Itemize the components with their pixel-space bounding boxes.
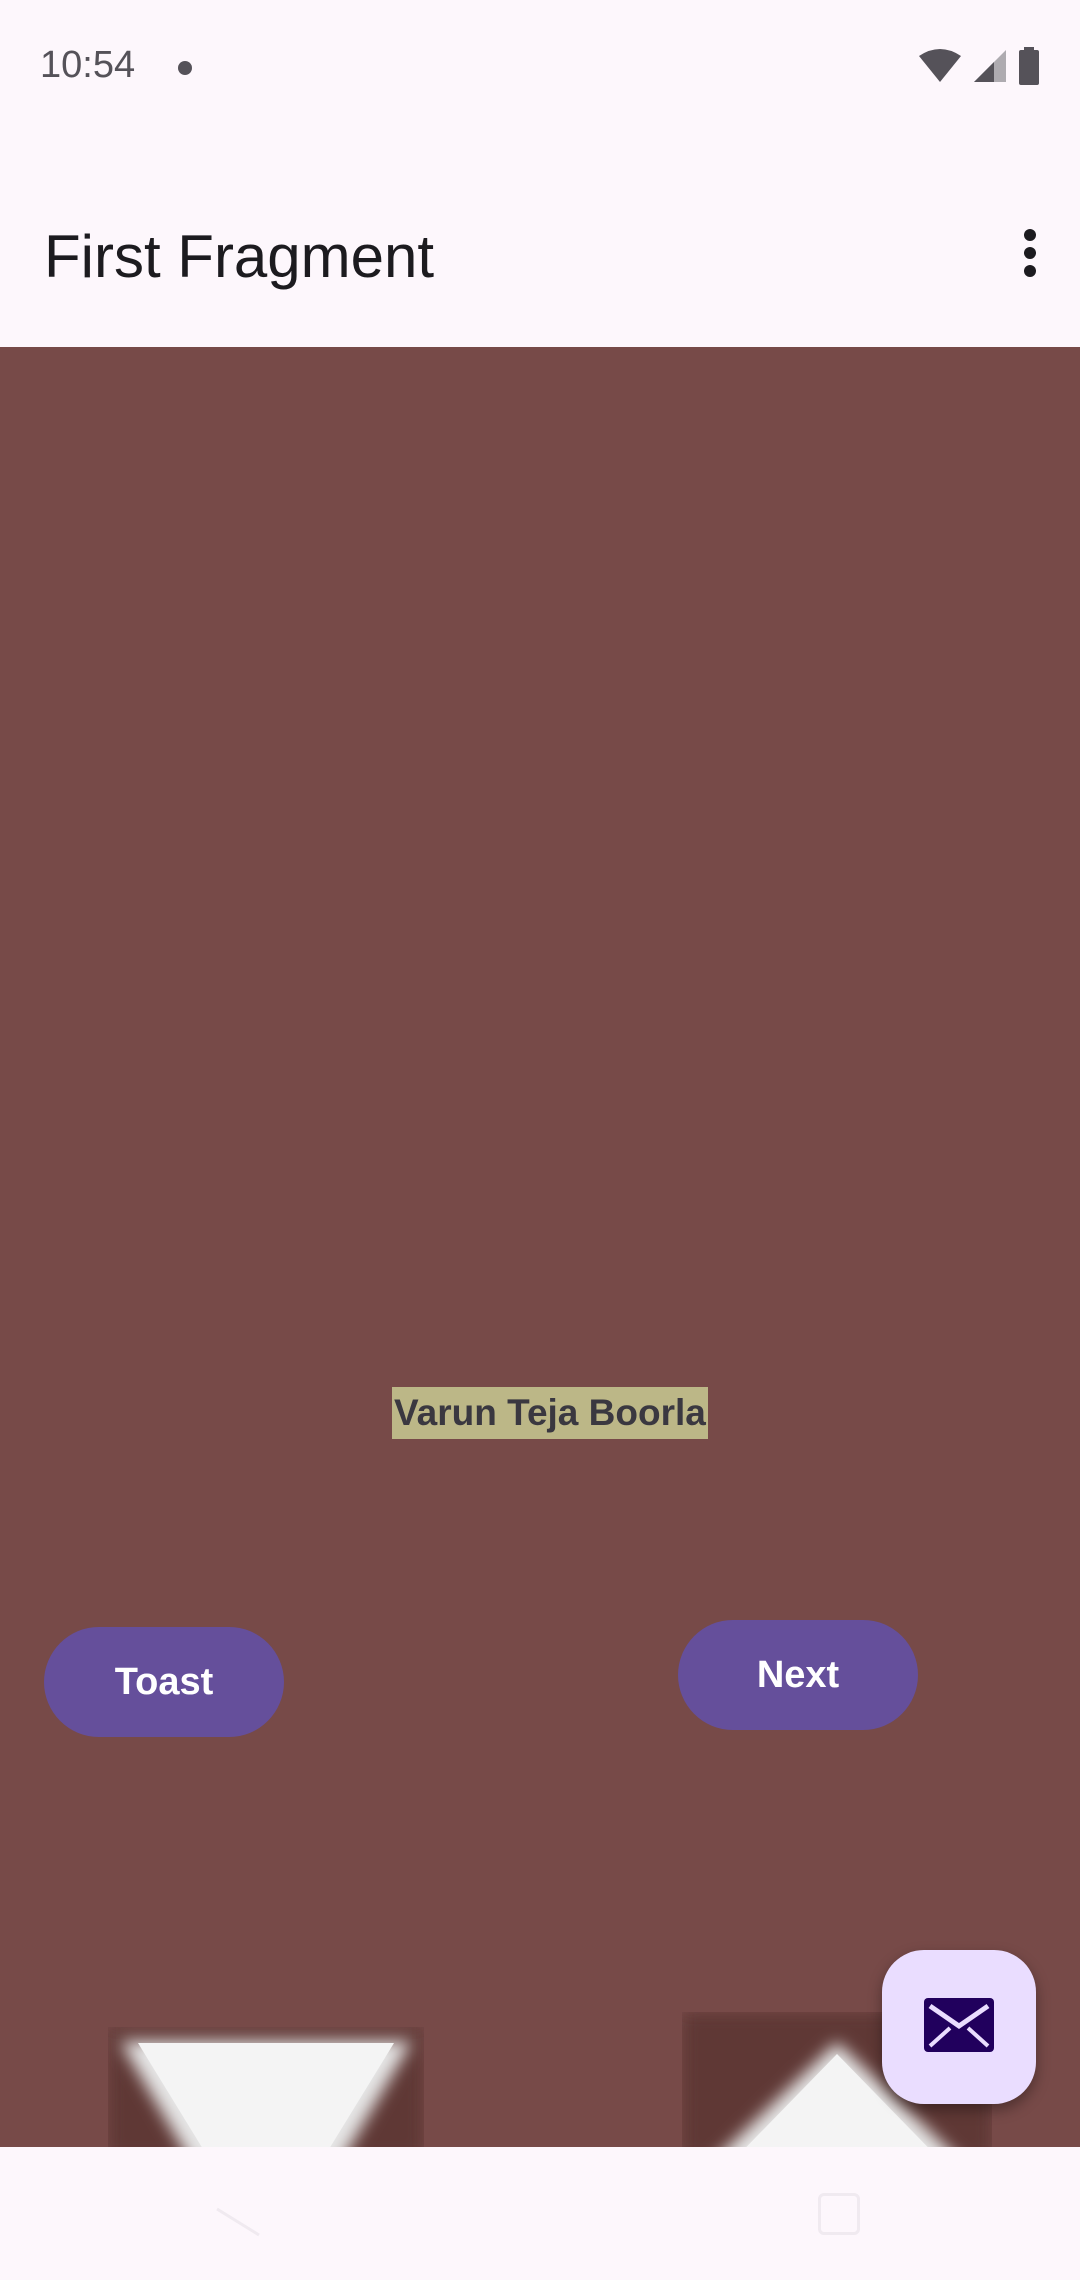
app-bar: First Fragment bbox=[0, 135, 1080, 347]
status-time: 10:54 bbox=[40, 44, 136, 86]
more-vert-icon bbox=[1023, 228, 1037, 282]
toast-button[interactable]: Toast bbox=[44, 1627, 284, 1737]
overflow-menu-button[interactable] bbox=[990, 215, 1070, 295]
fragment-content: Varun Teja Boorla Toast Next bbox=[0, 347, 1080, 2147]
arrow-down-image bbox=[108, 2027, 424, 2147]
status-bar: 10:54 bbox=[0, 0, 1080, 135]
name-label: Varun Teja Boorla bbox=[392, 1387, 708, 1439]
notification-dot-icon bbox=[178, 61, 192, 75]
next-button[interactable]: Next bbox=[678, 1620, 918, 1730]
navigation-bar bbox=[0, 2147, 1080, 2280]
screen: 10:54 First Fragment Varun Teja Boorla T… bbox=[0, 0, 1080, 2280]
nav-back-icon[interactable] bbox=[215, 2207, 261, 2242]
nav-recents-icon[interactable] bbox=[818, 2193, 860, 2235]
battery-icon bbox=[1018, 47, 1040, 85]
status-icons bbox=[918, 46, 1040, 86]
signal-icon bbox=[972, 48, 1008, 84]
wifi-icon bbox=[918, 48, 962, 84]
email-fab-button[interactable] bbox=[882, 1950, 1036, 2104]
page-title: First Fragment bbox=[44, 223, 435, 290]
email-icon bbox=[924, 1997, 994, 2057]
nav-home-icon[interactable] bbox=[525, 2205, 555, 2235]
